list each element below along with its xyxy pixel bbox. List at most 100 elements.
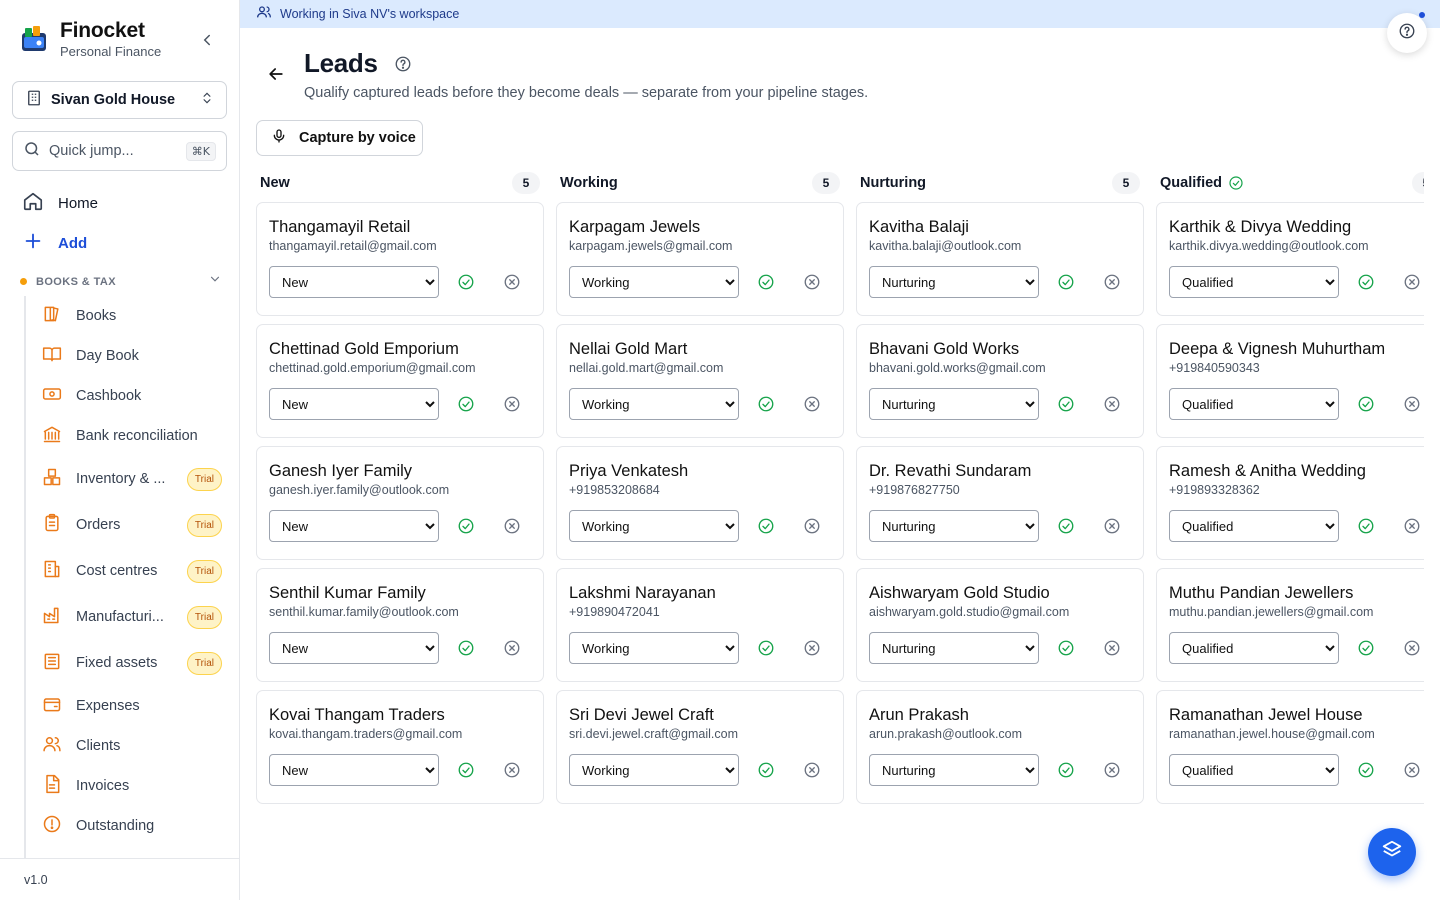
lead-card[interactable]: Kavitha Balaji kavitha.balaji@outlook.com… <box>856 202 1144 316</box>
lead-status-select[interactable]: NewWorkingNurturingQualified <box>1169 388 1339 420</box>
lead-card[interactable]: Chettinad Gold Emporium chettinad.gold.em… <box>256 324 544 438</box>
discard-x-circle-icon[interactable] <box>1403 761 1421 779</box>
lead-status-select[interactable]: NewWorkingNurturingQualified <box>269 510 439 542</box>
discard-x-circle-icon[interactable] <box>1103 273 1121 291</box>
convert-check-circle-icon[interactable] <box>757 517 775 535</box>
discard-x-circle-icon[interactable] <box>1403 517 1421 535</box>
convert-check-circle-icon[interactable] <box>1357 639 1375 657</box>
nav-item-cashbook[interactable]: Cashbook <box>42 376 222 416</box>
lead-status-select[interactable]: NewWorkingNurturingQualified <box>569 754 739 786</box>
nav-item-orders[interactable]: Orders Trial <box>42 502 222 548</box>
discard-x-circle-icon[interactable] <box>803 761 821 779</box>
nav-item-bank-reconciliation[interactable]: Bank reconciliation <box>42 416 222 456</box>
lead-card[interactable]: Nellai Gold Mart nellai.gold.mart@gmail.c… <box>556 324 844 438</box>
convert-check-circle-icon[interactable] <box>1357 517 1375 535</box>
lead-status-select[interactable]: NewWorkingNurturingQualified <box>269 754 439 786</box>
discard-x-circle-icon[interactable] <box>803 273 821 291</box>
lead-card[interactable]: Lakshmi Narayanan +919890472041 NewWorking… <box>556 568 844 682</box>
lead-card[interactable]: Deepa & Vignesh Muhurtham +919840590343 Ne… <box>1156 324 1424 438</box>
discard-x-circle-icon[interactable] <box>1403 395 1421 413</box>
lead-status-select[interactable]: NewWorkingNurturingQualified <box>1169 632 1339 664</box>
lead-card[interactable]: Karthik & Divya Wedding karthik.divya.wed… <box>1156 202 1424 316</box>
lead-status-select[interactable]: NewWorkingNurturingQualified <box>569 266 739 298</box>
lead-status-select[interactable]: NewWorkingNurturingQualified <box>869 510 1039 542</box>
lead-card[interactable]: Thangamayil Retail thangamayil.retail@gma… <box>256 202 544 316</box>
convert-check-circle-icon[interactable] <box>1357 395 1375 413</box>
discard-x-circle-icon[interactable] <box>803 517 821 535</box>
lead-card[interactable]: Muthu Pandian Jewellers muthu.pandian.jew… <box>1156 568 1424 682</box>
convert-check-circle-icon[interactable] <box>1057 395 1075 413</box>
nav-item-outstanding[interactable]: Outstanding <box>42 806 222 846</box>
lead-status-select[interactable]: NewWorkingNurturingQualified <box>1169 510 1339 542</box>
lead-status-select[interactable]: NewWorkingNurturingQualified <box>1169 754 1339 786</box>
back-arrow-icon[interactable] <box>266 64 286 84</box>
collapse-sidebar-chevron-left-icon[interactable] <box>198 31 216 49</box>
nav-add[interactable]: Add <box>22 230 87 257</box>
discard-x-circle-icon[interactable] <box>803 395 821 413</box>
lead-card[interactable]: Senthil Kumar Family senthil.kumar.family… <box>256 568 544 682</box>
discard-x-circle-icon[interactable] <box>1103 517 1121 535</box>
convert-check-circle-icon[interactable] <box>1057 273 1075 291</box>
layers-fab-button[interactable] <box>1368 828 1416 876</box>
help-button[interactable] <box>1387 12 1427 53</box>
nav-item-clients[interactable]: Clients <box>42 726 222 766</box>
convert-check-circle-icon[interactable] <box>757 273 775 291</box>
discard-x-circle-icon[interactable] <box>1403 273 1421 291</box>
convert-check-circle-icon[interactable] <box>457 761 475 779</box>
quick-jump-search[interactable]: Quick jump... ⌘K <box>12 131 227 171</box>
lead-status-select[interactable]: NewWorkingNurturingQualified <box>1169 266 1339 298</box>
convert-check-circle-icon[interactable] <box>757 761 775 779</box>
discard-x-circle-icon[interactable] <box>1103 639 1121 657</box>
convert-check-circle-icon[interactable] <box>1057 639 1075 657</box>
convert-check-circle-icon[interactable] <box>1357 761 1375 779</box>
discard-x-circle-icon[interactable] <box>503 639 521 657</box>
lead-card[interactable]: Karpagam Jewels karpagam.jewels@gmail.com… <box>556 202 844 316</box>
convert-check-circle-icon[interactable] <box>457 639 475 657</box>
lead-status-select[interactable]: NewWorkingNurturingQualified <box>269 266 439 298</box>
lead-status-select[interactable]: NewWorkingNurturingQualified <box>869 388 1039 420</box>
convert-check-circle-icon[interactable] <box>457 395 475 413</box>
lead-status-select[interactable]: NewWorkingNurturingQualified <box>569 510 739 542</box>
lead-card[interactable]: Arun Prakash arun.prakash@outlook.com NewW… <box>856 690 1144 804</box>
discard-x-circle-icon[interactable] <box>1403 639 1421 657</box>
lead-card[interactable]: Dr. Revathi Sundaram +919876827750 NewWork… <box>856 446 1144 560</box>
discard-x-circle-icon[interactable] <box>503 517 521 535</box>
lead-status-select[interactable]: NewWorkingNurturingQualified <box>269 632 439 664</box>
lead-card[interactable]: Priya Venkatesh +919853208684 NewWorkingNu… <box>556 446 844 560</box>
help-circle-icon[interactable] <box>394 55 412 73</box>
nav-item-inventory[interactable]: Inventory & ... Trial <box>42 456 222 502</box>
nav-item-day-book[interactable]: Day Book <box>42 336 222 376</box>
lead-status-select[interactable]: NewWorkingNurturingQualified <box>869 266 1039 298</box>
convert-check-circle-icon[interactable] <box>1357 273 1375 291</box>
brand[interactable]: Finocket Personal Finance <box>20 18 161 60</box>
nav-item-manufacturi[interactable]: Manufacturi... Trial <box>42 594 222 640</box>
discard-x-circle-icon[interactable] <box>503 273 521 291</box>
capture-by-voice-button[interactable]: Capture by voice <box>256 120 423 156</box>
nav-item-books[interactable]: Books <box>42 296 222 336</box>
discard-x-circle-icon[interactable] <box>803 639 821 657</box>
lead-card[interactable]: Bhavani Gold Works bhavani.gold.works@gma… <box>856 324 1144 438</box>
discard-x-circle-icon[interactable] <box>1103 761 1121 779</box>
lead-card[interactable]: Ramesh & Anitha Wedding +919893328362 NewW… <box>1156 446 1424 560</box>
discard-x-circle-icon[interactable] <box>1103 395 1121 413</box>
lead-card[interactable]: Kovai Thangam Traders kovai.thangam.trade… <box>256 690 544 804</box>
lead-status-select[interactable]: NewWorkingNurturingQualified <box>869 632 1039 664</box>
convert-check-circle-icon[interactable] <box>1057 761 1075 779</box>
lead-card[interactable]: Ramanathan Jewel House ramanathan.jewel.h… <box>1156 690 1424 804</box>
convert-check-circle-icon[interactable] <box>757 639 775 657</box>
convert-check-circle-icon[interactable] <box>457 273 475 291</box>
lead-status-select[interactable]: NewWorkingNurturingQualified <box>269 388 439 420</box>
convert-check-circle-icon[interactable] <box>757 395 775 413</box>
convert-check-circle-icon[interactable] <box>457 517 475 535</box>
lead-card[interactable]: Ganesh Iyer Family ganesh.iyer.family@out… <box>256 446 544 560</box>
section-books-tax-toggle[interactable]: BOOKS & TAX <box>20 272 222 291</box>
nav-item-fixed-assets[interactable]: Fixed assets Trial <box>42 640 222 686</box>
nav-home[interactable]: Home <box>22 190 98 217</box>
convert-check-circle-icon[interactable] <box>1057 517 1075 535</box>
lead-card[interactable]: Sri Devi Jewel Craft sri.devi.jewel.craft… <box>556 690 844 804</box>
lead-status-select[interactable]: NewWorkingNurturingQualified <box>869 754 1039 786</box>
discard-x-circle-icon[interactable] <box>503 761 521 779</box>
nav-item-invoices[interactable]: Invoices <box>42 766 222 806</box>
lead-status-select[interactable]: NewWorkingNurturingQualified <box>569 388 739 420</box>
nav-item-cost-centres[interactable]: Cost centres Trial <box>42 548 222 594</box>
